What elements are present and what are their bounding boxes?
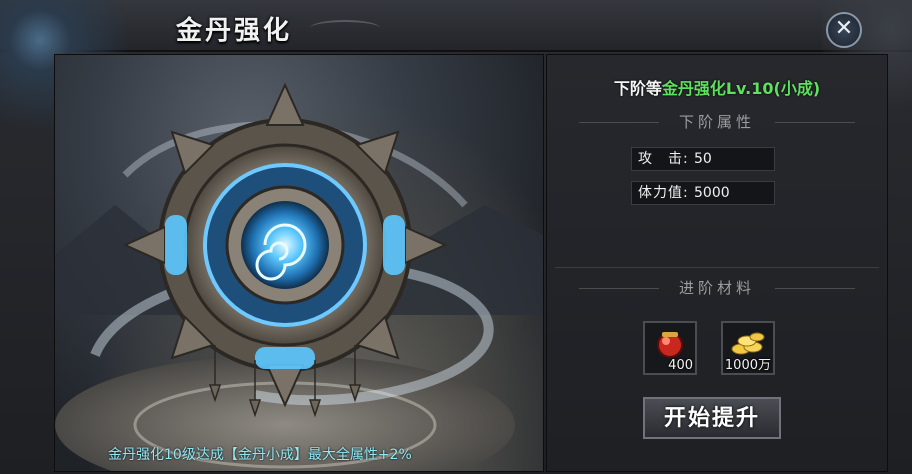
heading-rule-left: [579, 122, 659, 123]
stat-value: 5000: [694, 185, 730, 201]
material-slot-red-pill[interactable]: 400: [643, 321, 697, 375]
material-count: 1000万: [724, 358, 771, 373]
stat-row-hp: 体力值: 5000: [631, 181, 775, 205]
next-rank-value: 金丹强化Lv.10(小成): [661, 79, 821, 98]
heading-rule-right: [775, 122, 855, 123]
golden-core-artwork: [54, 54, 544, 472]
material-count: 400: [668, 358, 693, 373]
title-cloud-ornament: [310, 20, 380, 36]
materials-title: 进阶材料: [678, 279, 755, 297]
heading-rule-right: [775, 288, 855, 289]
info-panel: 下阶等金丹强化Lv.10(小成) 下阶属性 攻 击: 50 体力值: 5000 …: [546, 54, 888, 472]
stat-row-attack: 攻 击: 50: [631, 147, 775, 171]
next-rank-line: 下阶等金丹强化Lv.10(小成): [547, 75, 887, 99]
stat-label: 体力值:: [638, 185, 689, 201]
window-title: 金丹强化: [176, 16, 293, 46]
next-attributes-heading: 下阶属性: [547, 111, 887, 135]
artwork-scene: [55, 82, 543, 471]
upgrade-reward-note: 金丹强化10级达成【金丹小成】最大全属性+2%: [108, 447, 412, 463]
stat-label: 攻 击:: [638, 151, 689, 167]
spiked-frame: [122, 82, 448, 408]
heading-rule-left: [579, 288, 659, 289]
materials-heading: 进阶材料: [547, 277, 887, 301]
next-attributes-title: 下阶属性: [678, 113, 755, 131]
next-rank-prefix: 下阶等: [613, 79, 662, 98]
stat-value: 50: [694, 151, 712, 167]
section-divider: [555, 267, 879, 268]
material-slot-gold-coins[interactable]: 1000万: [721, 321, 775, 375]
close-button[interactable]: ✕: [826, 12, 862, 48]
start-upgrade-button[interactable]: 开始提升: [643, 397, 781, 439]
